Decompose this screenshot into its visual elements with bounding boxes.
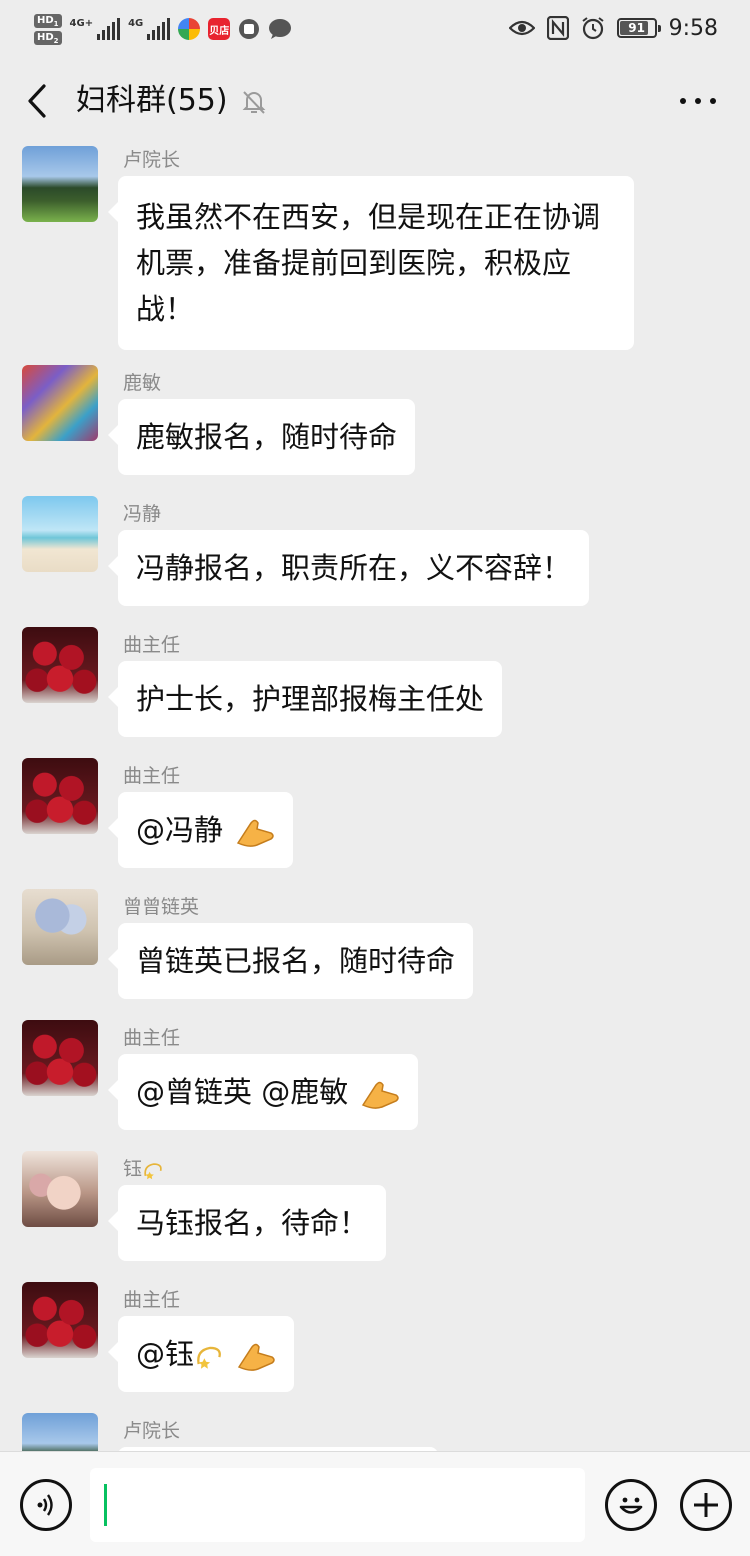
signal-4g-plus-icon: 4G+ (70, 18, 121, 40)
network-label-1: 4G+ (69, 18, 94, 29)
battery-level: 91 (628, 21, 645, 35)
message-bubble[interactable]: @冯静 (107, 792, 294, 868)
message-bubble[interactable]: 冯静报名，职责所在，义不容辞！ (107, 530, 590, 606)
status-left-group: HD1 HD2 4G+ 4G 贝店 (34, 8, 292, 50)
more-dot (680, 98, 686, 104)
hd-indicators: HD1 HD2 (34, 13, 62, 45)
status-bar: HD1 HD2 4G+ 4G 贝店 91 9:58 (0, 0, 750, 56)
dizzy-star-emoji (197, 1346, 221, 1369)
message-bubble[interactable]: 鹿敏报名，随时待命 (107, 399, 416, 475)
sender-name: 冯静 (123, 503, 162, 525)
hd1-sub: 1 (53, 19, 59, 28)
sender-name: 卢院长 (123, 1420, 181, 1442)
dizzy-star-emoji (144, 1162, 162, 1179)
back-button[interactable] (18, 78, 58, 124)
sender-name: 曲主任 (123, 634, 181, 656)
message-bubble[interactable]: 护士长，护理部报梅主任处 (107, 661, 503, 737)
pointing-hand-emoji (236, 819, 274, 847)
avatar[interactable] (22, 146, 98, 222)
avatar[interactable] (22, 1151, 98, 1227)
sender-name: 曾曾链英 (123, 896, 200, 918)
beidian-app-icon: 贝店 (208, 18, 231, 40)
message-bubble[interactable]: 马钰报名，待命！ (107, 1185, 387, 1261)
sender-name: 曲主任 (123, 1289, 181, 1311)
smiley-icon (619, 1497, 643, 1514)
message-bubble[interactable]: 曾链英已报名，随时待命 (107, 923, 474, 999)
message-text: @曾链英 @鹿敏 (136, 1075, 349, 1109)
hd-indicator-1: HD1 (34, 13, 62, 28)
avatar[interactable] (22, 1413, 98, 1451)
sender-name-text: 钰 (123, 1158, 143, 1180)
avatar[interactable] (22, 365, 98, 441)
hd1-label: HD (37, 14, 54, 26)
hd2-sub: 2 (53, 36, 59, 45)
emoji-button[interactable] (605, 1479, 657, 1531)
chat-message-list[interactable]: 卢院长 我虽然不在西安，但是现在正在协调机票，准备提前回到医院，积极应战！ 鹿敏… (0, 146, 750, 1451)
text-caret (104, 1484, 107, 1526)
message-text: @钰 (136, 1337, 195, 1371)
signal-4g-icon: 4G (128, 18, 171, 40)
battery-indicator: 91 (616, 18, 661, 38)
avatar[interactable] (22, 1282, 98, 1358)
bell-off-icon (242, 91, 266, 114)
input-bar (0, 1451, 750, 1556)
more-dot (710, 98, 716, 104)
hand-app-icon (239, 19, 260, 39)
plus-icon (694, 1493, 718, 1517)
pointing-hand-emoji (362, 1081, 399, 1109)
eye-icon (508, 20, 535, 36)
sender-name: 钰 (123, 1157, 164, 1181)
message-input[interactable] (90, 1468, 585, 1542)
clock: 9:58 (668, 15, 718, 41)
nfc-icon (546, 16, 569, 40)
avatar[interactable] (22, 627, 98, 703)
alarm-icon (581, 17, 604, 40)
chat-header: 妇科群(55) (0, 56, 750, 146)
hd2-label: HD (37, 31, 54, 43)
sender-name: 曲主任 (123, 1027, 181, 1049)
avatar[interactable] (22, 496, 98, 572)
message-bubble[interactable]: @钰 (107, 1316, 295, 1392)
sender-name: 卢院长 (123, 149, 181, 171)
status-right-group: 91 9:58 (508, 10, 718, 46)
sender-name: 曲主任 (123, 765, 181, 787)
more-functions-button[interactable] (680, 1479, 732, 1531)
network-label-2: 4G (128, 18, 144, 29)
chevron-left-icon (28, 84, 46, 118)
message-bubble[interactable]: @曾链英 @鹿敏 (107, 1054, 419, 1130)
avatar[interactable] (22, 1020, 98, 1096)
avatar[interactable] (22, 758, 98, 834)
message-bubble[interactable]: 我虽然不在西安，但是现在正在协调机票，准备提前回到医院，积极应战！ (108, 176, 634, 350)
pointing-hand-emoji (237, 1343, 275, 1371)
more-options-button[interactable] (680, 84, 716, 118)
sender-name: 鹿敏 (123, 372, 162, 394)
more-dot (695, 98, 701, 104)
chat-bubble-icon (269, 19, 292, 39)
avatar[interactable] (22, 889, 98, 965)
app-notify-icon (178, 18, 201, 40)
chat-title: 妇科群(55) (76, 83, 228, 118)
hd-indicator-2: HD2 (34, 30, 62, 45)
voice-button[interactable] (20, 1479, 72, 1531)
voice-icon (37, 1494, 53, 1516)
message-text: @冯静 (136, 813, 224, 847)
